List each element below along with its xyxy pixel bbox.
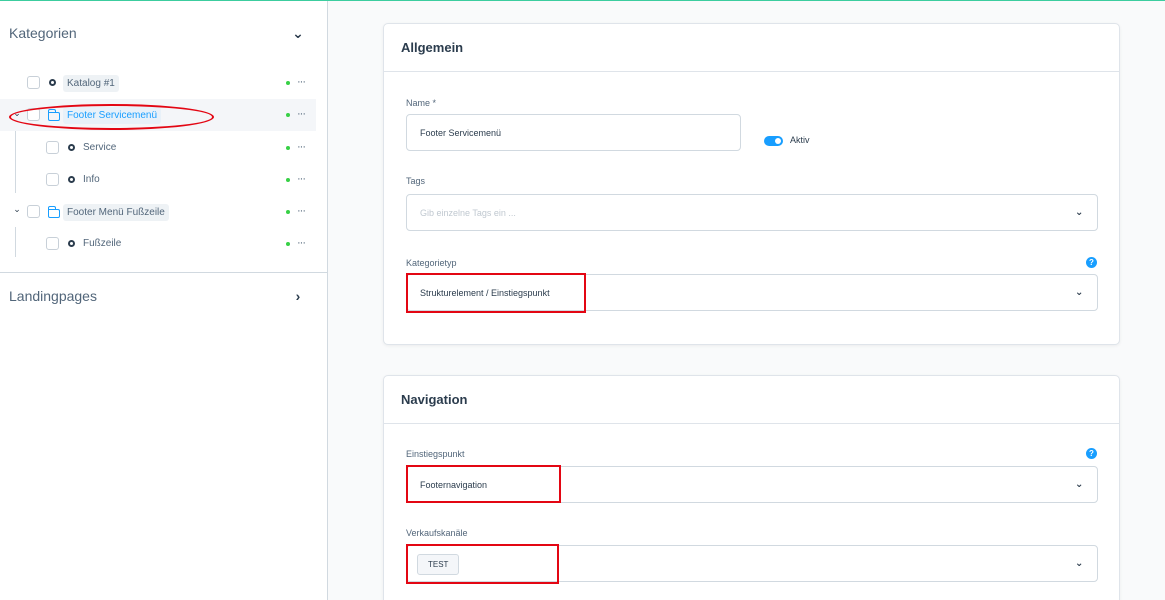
- active-label: Aktiv: [790, 135, 810, 145]
- tags-placeholder: Gib einzelne Tags ein ...: [420, 207, 516, 218]
- help-icon[interactable]: ?: [1086, 448, 1097, 459]
- more-options-icon[interactable]: ···: [297, 76, 306, 88]
- help-icon[interactable]: ?: [1086, 257, 1097, 268]
- category-ring-icon: [68, 144, 75, 151]
- tree-checkbox[interactable]: [46, 237, 59, 250]
- more-options-icon[interactable]: ···: [297, 141, 306, 153]
- chevron-down-icon[interactable]: ⌄: [290, 25, 306, 42]
- status-dot: [286, 178, 290, 182]
- tree-checkbox[interactable]: [27, 205, 40, 218]
- name-input[interactable]: Footer Servicemenü: [406, 114, 741, 151]
- tree-item-katalog[interactable]: Katalog #1 ···: [0, 67, 316, 99]
- status-dot: [286, 81, 290, 85]
- name-label: Name *: [406, 98, 437, 108]
- more-options-icon[interactable]: ···: [297, 237, 306, 249]
- annotation-rectangle: [406, 544, 559, 584]
- tree-item-label: Fußzeile: [83, 238, 122, 249]
- general-card: Allgemein Name * Footer Servicemenü Akti…: [383, 23, 1120, 345]
- tags-label: Tags: [406, 176, 426, 186]
- categories-title: Kategorien: [9, 25, 77, 41]
- tree-item-service[interactable]: Service ···: [0, 131, 316, 163]
- entry-point-label: Einstiegspunkt: [406, 449, 465, 459]
- tree-item-label: Katalog #1: [63, 75, 119, 92]
- tree-checkbox[interactable]: [46, 173, 59, 186]
- more-options-icon[interactable]: ···: [297, 205, 306, 217]
- chevron-down-icon[interactable]: ⌄: [1075, 479, 1085, 490]
- tags-input[interactable]: Gib einzelne Tags ein ... ⌄: [406, 194, 1098, 231]
- tree-item-info[interactable]: Info ···: [0, 163, 316, 195]
- tree-item-fusszeile[interactable]: Fußzeile ···: [0, 227, 316, 259]
- categories-header[interactable]: Kategorien ⌄: [0, 13, 328, 53]
- category-type-label: Kategorietyp: [406, 258, 457, 268]
- category-ring-icon: [49, 79, 56, 86]
- category-ring-icon: [68, 176, 75, 183]
- status-dot: [286, 146, 290, 150]
- tree-item-label: Service: [83, 142, 117, 153]
- tree-item-footer-menu[interactable]: ⌄ Footer Menü Fußzeile ···: [0, 195, 316, 227]
- landingpages-title: Landingpages: [9, 288, 97, 304]
- chevron-down-icon[interactable]: ⌄: [1075, 287, 1085, 298]
- general-card-title: Allgemein: [384, 24, 1119, 72]
- more-options-icon[interactable]: ···: [297, 108, 306, 120]
- category-ring-icon: [68, 240, 75, 247]
- active-toggle[interactable]: [764, 136, 783, 146]
- category-sidebar: Kategorien ⌄ Katalog #1 ··· ⌄ Footer Ser…: [0, 1, 328, 600]
- tree-checkbox[interactable]: [27, 76, 40, 89]
- status-dot: [286, 113, 290, 117]
- sales-channels-label: Verkaufskanäle: [406, 528, 468, 538]
- sidebar-divider: [0, 272, 328, 273]
- chevron-down-icon[interactable]: ⌄: [1075, 558, 1085, 569]
- status-dot: [286, 210, 290, 214]
- tree-item-label: Footer Menü Fußzeile: [63, 204, 169, 221]
- more-options-icon[interactable]: ···: [297, 173, 306, 185]
- chevron-right-icon[interactable]: ›: [290, 288, 306, 304]
- annotation-rectangle: [406, 273, 586, 313]
- status-dot: [286, 242, 290, 246]
- annotation-rectangle: [406, 465, 561, 503]
- tree-checkbox[interactable]: [46, 141, 59, 154]
- navigation-card-title: Navigation: [384, 376, 1119, 424]
- landingpages-header[interactable]: Landingpages ›: [0, 276, 328, 316]
- folder-icon: [47, 206, 60, 218]
- chevron-down-icon[interactable]: ⌄: [11, 204, 23, 215]
- chevron-down-icon[interactable]: ⌄: [1075, 207, 1085, 218]
- annotation-ellipse: [9, 104, 214, 130]
- name-value: Footer Servicemenü: [420, 127, 502, 138]
- navigation-card: Navigation Einstiegspunkt ? Footernaviga…: [383, 375, 1120, 600]
- tree-item-label: Info: [83, 174, 100, 185]
